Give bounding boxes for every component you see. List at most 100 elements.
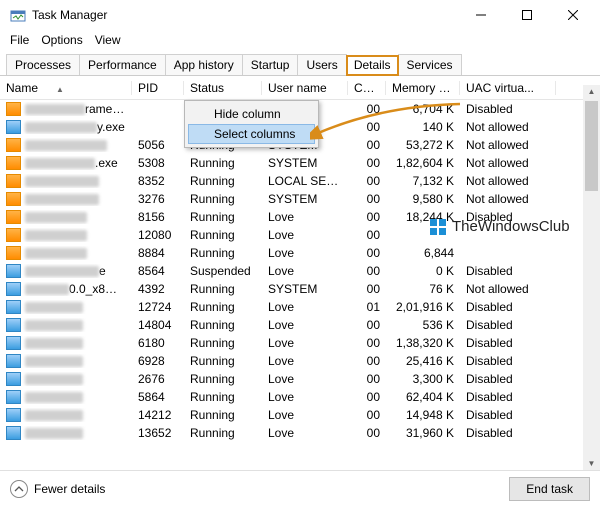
scroll-thumb[interactable] [585, 101, 598, 191]
table-row[interactable]: 8884RunningLove006,844 [0, 244, 600, 262]
process-icon [6, 210, 21, 224]
header-pid[interactable]: PID [132, 81, 184, 95]
process-list[interactable]: rame…006,704 KDisabledy.exe00140 KNot al… [0, 100, 600, 442]
end-task-button[interactable]: End task [509, 477, 590, 501]
cell-pid: 8352 [132, 174, 184, 188]
cell-status: Running [184, 192, 262, 206]
process-name-redacted [25, 374, 83, 385]
cell-uac: Disabled [460, 336, 556, 350]
cell-uac: Disabled [460, 426, 556, 440]
header-user[interactable]: User name [262, 81, 348, 95]
header-cpu[interactable]: CPU [348, 81, 386, 95]
tab-services[interactable]: Services [398, 54, 462, 75]
cell-user: Love [262, 390, 348, 404]
task-manager-icon [10, 7, 26, 23]
watermark: TheWindowsClub [430, 218, 570, 235]
fewer-details-toggle[interactable]: Fewer details [10, 480, 105, 498]
header-name[interactable]: Name▲ [0, 81, 132, 95]
table-row[interactable]: 5864RunningLove0062,404 KDisabled [0, 388, 600, 406]
cell-memory: 9,580 K [386, 192, 460, 206]
cell-cpu: 00 [348, 210, 386, 224]
minimize-button[interactable] [458, 0, 504, 30]
table-row[interactable]: 3276RunningSYSTEM009,580 KNot allowed [0, 190, 600, 208]
process-name-redacted [25, 266, 99, 277]
tab-startup[interactable]: Startup [242, 54, 299, 75]
watermark-logo-icon [430, 219, 446, 235]
table-row[interactable]: 13652RunningLove0031,960 KDisabled [0, 424, 600, 442]
process-icon [6, 336, 21, 350]
cell-cpu: 00 [348, 354, 386, 368]
tab-app-history[interactable]: App history [165, 54, 243, 75]
cell-status: Running [184, 282, 262, 296]
cell-user: LOCAL SE… [262, 174, 348, 188]
tab-details[interactable]: Details [346, 55, 399, 76]
table-row[interactable]: 12724RunningLove012,01,916 KDisabled [0, 298, 600, 316]
watermark-text: TheWindowsClub [452, 218, 570, 235]
cell-status: Running [184, 156, 262, 170]
header-status[interactable]: Status [184, 81, 262, 95]
cell-cpu: 00 [348, 282, 386, 296]
process-name-redacted [25, 176, 99, 187]
footer: Fewer details End task [0, 470, 600, 506]
cell-pid: 8156 [132, 210, 184, 224]
cell-cpu: 00 [348, 174, 386, 188]
cell-pid: 6180 [132, 336, 184, 350]
cell-uac: Not allowed [460, 138, 556, 152]
cell-memory: 62,404 K [386, 390, 460, 404]
process-icon [6, 372, 21, 386]
cell-cpu: 00 [348, 192, 386, 206]
cell-cpu: 00 [348, 426, 386, 440]
process-name-redacted [25, 158, 95, 169]
cell-cpu: 00 [348, 264, 386, 278]
tab-processes[interactable]: Processes [6, 54, 80, 75]
cell-uac: Disabled [460, 300, 556, 314]
cell-user: Love [262, 408, 348, 422]
process-name-redacted [25, 194, 99, 205]
details-pane: Name▲ PID Status User name CPU Memory (a… [0, 76, 600, 486]
menu-file[interactable]: File [10, 33, 29, 47]
table-row[interactable]: 6180RunningLove001,38,320 KDisabled [0, 334, 600, 352]
cell-memory: 3,300 K [386, 372, 460, 386]
tab-users[interactable]: Users [297, 54, 346, 75]
table-row[interactable]: 0.0_x8…4392RunningSYSTEM0076 KNot allowe… [0, 280, 600, 298]
context-hide-column[interactable]: Hide column [188, 104, 315, 124]
cell-user: Love [262, 210, 348, 224]
header-memory[interactable]: Memory (a... [386, 81, 460, 95]
cell-status: Running [184, 300, 262, 314]
cell-memory: 1,38,320 K [386, 336, 460, 350]
close-button[interactable] [550, 0, 596, 30]
table-row[interactable]: 14212RunningLove0014,948 KDisabled [0, 406, 600, 424]
vertical-scrollbar[interactable]: ▲ ▼ [583, 85, 600, 470]
table-row[interactable]: 6928RunningLove0025,416 KDisabled [0, 352, 600, 370]
process-icon [6, 246, 21, 260]
annotation-arrow [310, 96, 470, 146]
table-row[interactable]: 8352RunningLOCAL SE…007,132 KNot allowed [0, 172, 600, 190]
cell-cpu: 00 [348, 228, 386, 242]
menu-view[interactable]: View [95, 33, 121, 47]
scroll-up-icon[interactable]: ▲ [583, 87, 600, 96]
process-icon [6, 300, 21, 314]
table-row[interactable]: .exe5308RunningSYSTEM001,82,604 KNot all… [0, 154, 600, 172]
cell-uac: Not allowed [460, 282, 556, 296]
sort-asc-icon: ▲ [56, 85, 64, 94]
table-row[interactable]: 14804RunningLove00536 KDisabled [0, 316, 600, 334]
table-row[interactable]: 2676RunningLove003,300 KDisabled [0, 370, 600, 388]
process-name-redacted [25, 356, 83, 367]
cell-status: Running [184, 228, 262, 242]
process-icon [6, 156, 21, 170]
maximize-button[interactable] [504, 0, 550, 30]
process-name-redacted [25, 122, 97, 133]
header-uac[interactable]: UAC virtua... [460, 81, 556, 95]
cell-status: Running [184, 210, 262, 224]
cell-status: Running [184, 354, 262, 368]
cell-memory: 0 K [386, 264, 460, 278]
process-icon [6, 228, 21, 242]
table-row[interactable]: e8564SuspendedLove000 KDisabled [0, 262, 600, 280]
cell-cpu: 00 [348, 390, 386, 404]
tab-performance[interactable]: Performance [79, 54, 166, 75]
menu-options[interactable]: Options [41, 33, 82, 47]
process-icon [6, 408, 21, 422]
cell-uac: Disabled [460, 264, 556, 278]
scroll-down-icon[interactable]: ▼ [583, 459, 600, 468]
context-select-columns[interactable]: Select columns [188, 124, 315, 144]
